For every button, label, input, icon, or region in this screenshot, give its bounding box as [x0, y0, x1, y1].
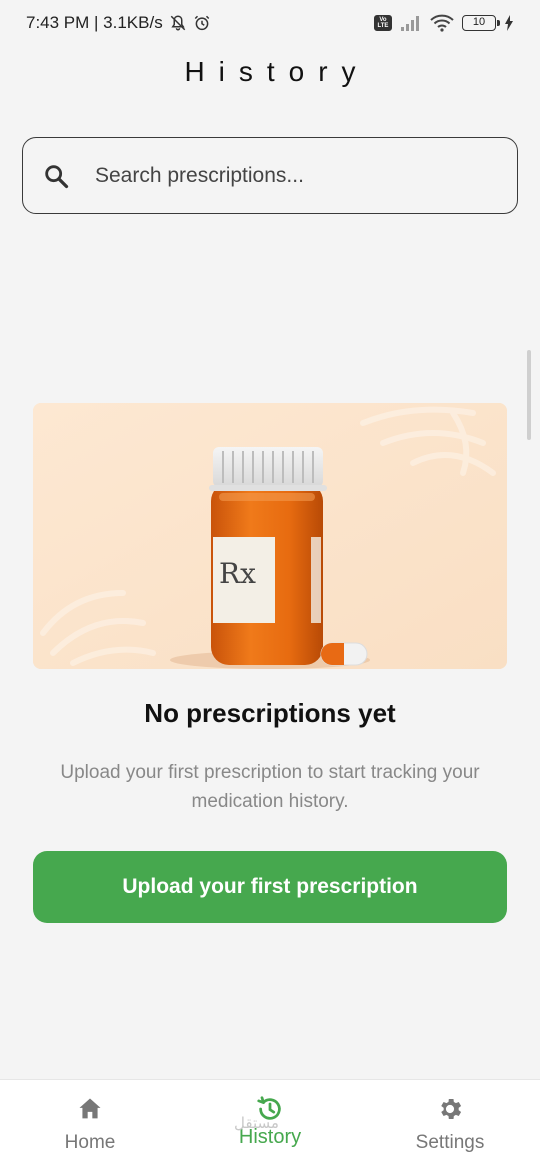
search-input[interactable] — [95, 163, 475, 188]
nav-label-settings: Settings — [415, 1132, 485, 1153]
gear-icon — [435, 1094, 465, 1124]
nav-item-settings[interactable]: Settings — [360, 1080, 540, 1170]
empty-state-subtitle: Upload your first prescription to start … — [60, 762, 480, 812]
alarm-icon — [193, 14, 211, 32]
pill-bottle-image: Rx — [33, 403, 507, 669]
empty-state-title: No prescriptions yet — [144, 698, 396, 728]
signal-icon — [400, 15, 422, 31]
watermark: مستقل — [234, 1114, 279, 1132]
search-icon — [41, 161, 71, 191]
upload-prescription-button[interactable]: Upload your first prescription — [33, 851, 507, 923]
status-bar: 7:43 PM | 3.1KB/s Vo LTE 10 — [0, 0, 540, 46]
rx-label: Rx — [219, 557, 256, 590]
nav-label-home: Home — [64, 1132, 116, 1153]
volte-icon: Vo LTE — [374, 15, 392, 31]
wifi-icon — [430, 14, 454, 32]
battery-icon: 10 — [462, 15, 500, 31]
home-icon — [75, 1094, 105, 1124]
bell-off-icon — [169, 14, 187, 32]
scrollbar[interactable] — [527, 350, 531, 440]
page-title: History — [184, 56, 370, 87]
empty-state-illustration: Rx — [33, 403, 507, 669]
status-time: 7:43 PM | 3.1KB/s — [26, 13, 163, 32]
search-bar[interactable] — [22, 137, 518, 214]
nav-item-home[interactable]: Home — [0, 1080, 180, 1170]
charging-icon — [504, 15, 514, 31]
